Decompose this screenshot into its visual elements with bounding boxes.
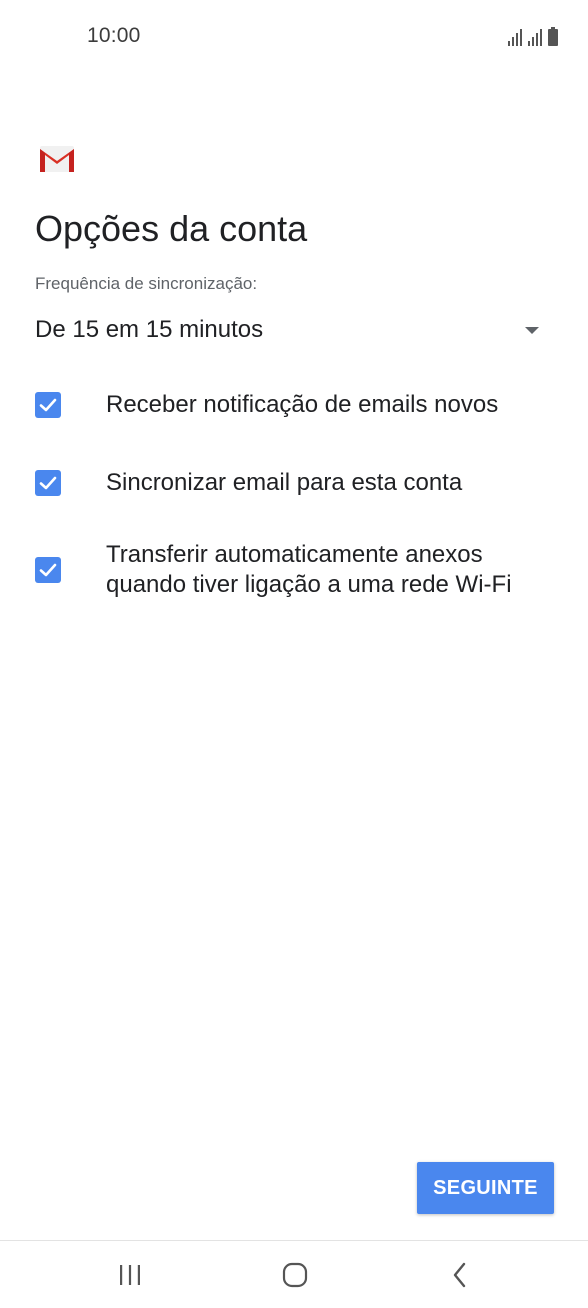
auto-download-checkbox[interactable]	[35, 557, 61, 583]
sync-frequency-label: Frequência de sincronização:	[35, 274, 258, 293]
option-new-email-notification[interactable]: Receber notificação de emails novos	[35, 390, 555, 424]
option-label-line2: quando tiver ligação a uma rede Wi-Fi	[106, 571, 512, 598]
signal-icon	[508, 29, 522, 46]
checkmark-icon	[39, 563, 57, 577]
recents-icon[interactable]	[110, 1261, 150, 1289]
option-label: Receber notificação de emails novos	[106, 391, 499, 418]
checkmark-icon	[39, 398, 57, 412]
next-button[interactable]: SEGUINTE	[417, 1162, 554, 1214]
status-icons	[508, 26, 558, 46]
option-auto-download-attachments[interactable]: Transferir automaticamente anexos quando…	[35, 540, 555, 602]
option-label: Sincronizar email para esta conta	[106, 469, 463, 496]
page-title: Opções da conta	[35, 208, 308, 249]
gmail-logo-icon	[40, 146, 74, 172]
status-bar: 10:00	[0, 0, 588, 74]
navigation-bar	[0, 1240, 588, 1308]
option-label-line1: Transferir automaticamente anexos	[106, 541, 483, 568]
status-time: 10:00	[87, 24, 141, 47]
option-sync-email[interactable]: Sincronizar email para esta conta	[35, 468, 555, 502]
sync-frequency-select[interactable]: De 15 em 15 minutos	[35, 312, 551, 352]
signal-icon	[528, 29, 542, 46]
checkmark-icon	[39, 476, 57, 490]
notification-checkbox[interactable]	[35, 392, 61, 418]
dropdown-arrow-icon	[525, 327, 539, 334]
screen: 10:00 Opções da conta Frequência de sinc…	[0, 0, 588, 1308]
home-icon[interactable]	[275, 1261, 315, 1289]
sync-frequency-value: De 15 em 15 minutos	[35, 316, 264, 343]
back-icon[interactable]	[440, 1261, 480, 1289]
battery-icon	[548, 27, 558, 46]
sync-email-checkbox[interactable]	[35, 470, 61, 496]
